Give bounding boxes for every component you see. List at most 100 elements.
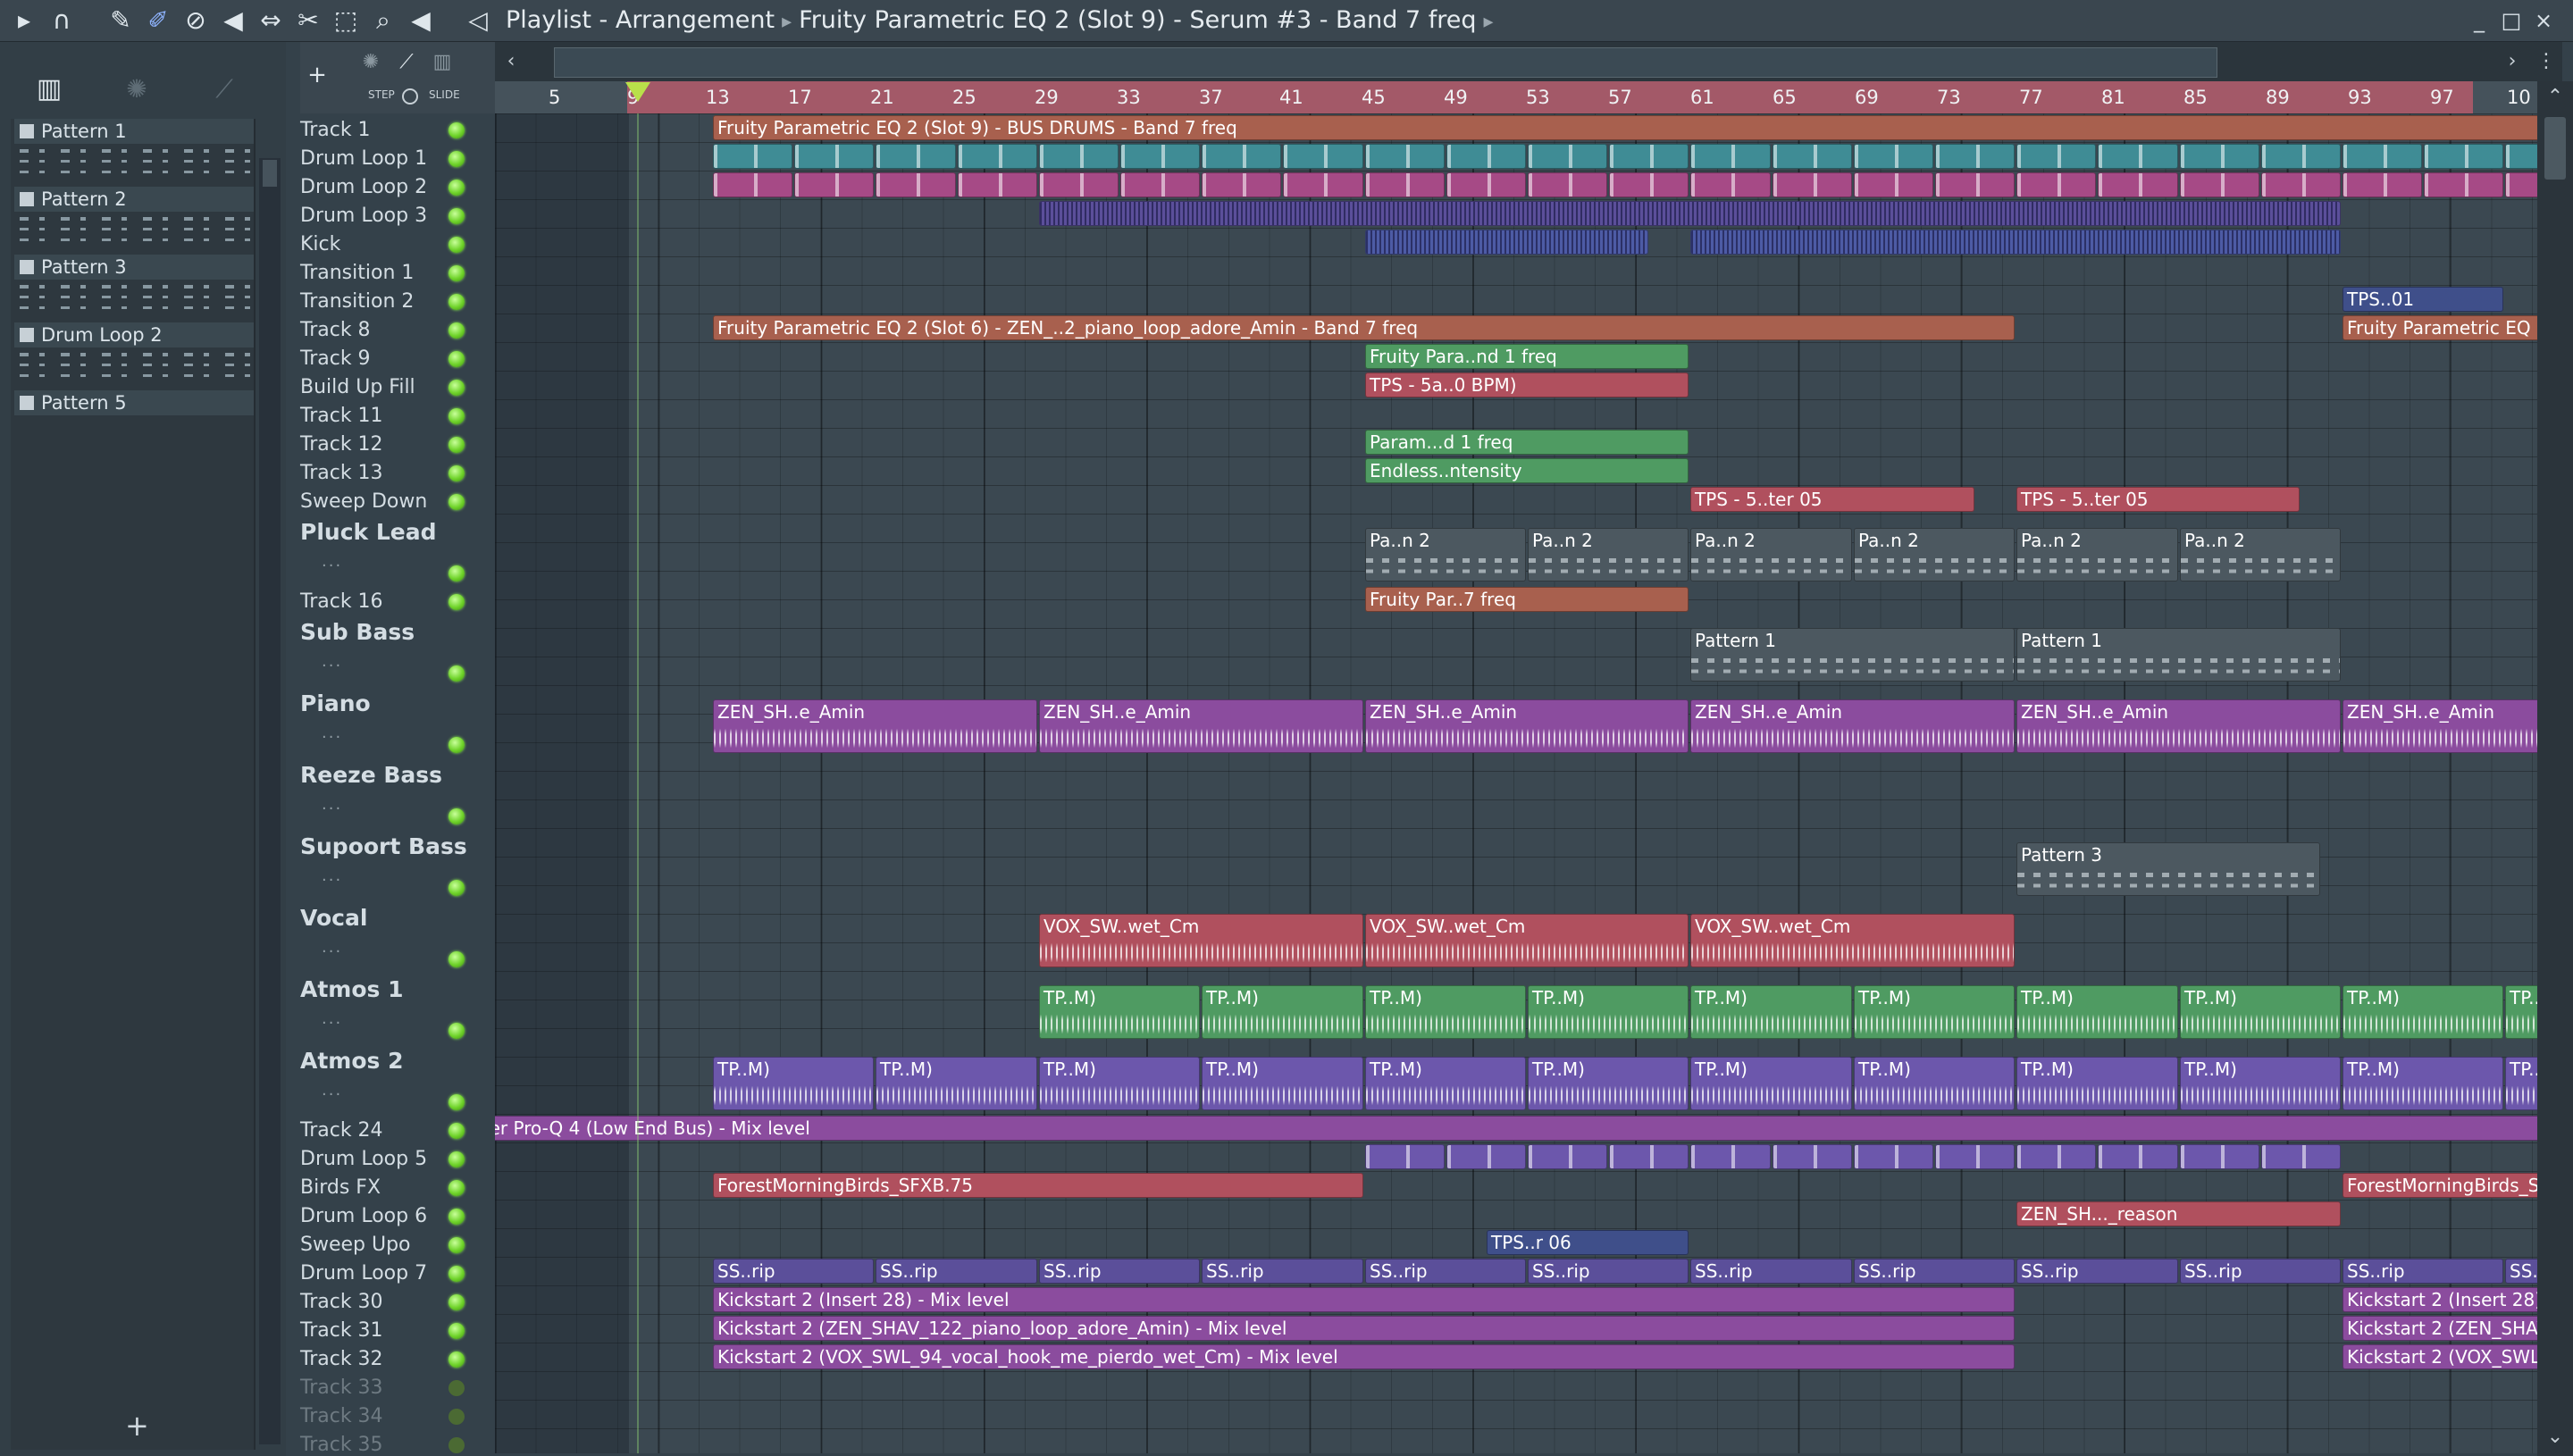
playlist-clip[interactable] (1528, 1144, 1607, 1169)
playlist-clip[interactable]: TP..M) (2180, 1057, 2341, 1110)
track-mute-led[interactable] (448, 237, 465, 253)
track-name[interactable]: Birds FX (300, 1176, 381, 1199)
playlist-clip[interactable] (2261, 172, 2341, 197)
playlist-clip[interactable]: VOX_SW..wet_Cm (1365, 914, 1689, 967)
breadcrumb-target[interactable]: Fruity Parametric EQ 2 (Slot 9) - Serum … (799, 6, 1476, 34)
playlist-clip[interactable] (2505, 144, 2537, 169)
playlist-clip[interactable] (1120, 144, 1200, 169)
playlist-clip[interactable]: Kickstart 2 (VOX_SWL_94_vocal_hook_me_pi… (713, 1344, 2015, 1369)
track-name[interactable]: Pluck Lead (300, 519, 437, 545)
playlist-clip[interactable]: Pattern 1 (1690, 628, 2015, 682)
track-name[interactable]: Drum Loop 6 (300, 1205, 427, 1227)
playlist-clip[interactable]: TP..M) (1039, 1057, 1200, 1110)
track-name[interactable]: Drum Loop 1 (300, 147, 427, 170)
playlist-clip[interactable] (876, 144, 956, 169)
track-name[interactable]: Drum Loop 2 (300, 176, 427, 198)
playlist-clip[interactable]: Pa..n 2 (2180, 528, 2341, 582)
playlist-clip[interactable] (794, 144, 874, 169)
pattern-scrollbar[interactable] (259, 158, 281, 1444)
playlist-clip[interactable]: ZEN_SH..e_Amin (1039, 699, 1363, 753)
playlist-clip[interactable] (1202, 144, 1281, 169)
playlist-clip[interactable]: SS..rip (1854, 1259, 2015, 1284)
playlist-clip[interactable]: ZEN_SH..e_Amin (1365, 699, 1689, 753)
playlist-clip[interactable]: TP..M) (1854, 1057, 2015, 1110)
track-mute-led[interactable] (448, 465, 465, 481)
playlist-clip[interactable]: Pa..n 2 (1365, 528, 1526, 582)
playlist-clip[interactable]: TPS - 5a..0 BPM) (1365, 372, 1689, 397)
playlist-clip[interactable] (2098, 144, 2178, 169)
track-mute-led[interactable] (448, 1237, 465, 1253)
playlist-clip[interactable] (1773, 1144, 1852, 1169)
step-toggle[interactable] (402, 88, 418, 105)
pattern-item[interactable]: Pattern 1 (14, 119, 254, 185)
track-name[interactable]: Track 13 (300, 462, 383, 484)
playlist-clip[interactable] (2505, 172, 2537, 197)
playlist-clip[interactable]: ZEN_SH..e_Amin (2343, 699, 2537, 753)
track-mute-led[interactable] (448, 565, 465, 582)
playlist-clip[interactable]: Kickstart 2 (VOX_SWL_94_vocal_hook_me_pi… (2343, 1344, 2537, 1369)
track-mute-led[interactable] (448, 1323, 465, 1339)
play-icon[interactable]: ▸ (7, 4, 41, 38)
track-name[interactable]: Transition 2 (300, 290, 414, 313)
playlist-clip[interactable] (2424, 172, 2503, 197)
playlist-clip[interactable]: TP..M) (1202, 985, 1363, 1039)
playlist-clip[interactable] (2343, 172, 2422, 197)
playlist-clip[interactable] (958, 144, 1037, 169)
playlist-clip[interactable]: VOX_SW..wet_Cm (1690, 914, 2015, 967)
chevron-right-icon[interactable]: › (2496, 46, 2528, 78)
playlist-clip[interactable] (713, 144, 792, 169)
playlist-clip[interactable] (1609, 1144, 1689, 1169)
playhead-marker[interactable] (625, 82, 650, 102)
playlist-clip[interactable] (1528, 144, 1607, 169)
playlist-clip[interactable] (2016, 172, 2096, 197)
track-name[interactable]: Track 12 (300, 433, 383, 456)
automation-icon[interactable]: ⟋ (207, 72, 241, 106)
playlist-clip[interactable] (794, 172, 874, 197)
track-mute-led[interactable] (448, 1151, 465, 1167)
playlist-clip[interactable] (2016, 1144, 2096, 1169)
track-mute-led[interactable] (448, 437, 465, 453)
playlist-clip[interactable] (1935, 144, 2015, 169)
playlist-grid[interactable]: Fruity Parametric EQ 2 (Slot 9) - BUS DR… (495, 113, 2537, 1453)
playlist-clip[interactable] (1365, 230, 1648, 255)
playlist-clip[interactable] (1039, 201, 2341, 226)
track-mute-led[interactable] (448, 208, 465, 224)
track-name[interactable]: Track 30 (300, 1291, 383, 1313)
track-mute-led[interactable] (448, 1294, 465, 1310)
playlist-clip[interactable]: Param...d 1 freq (1365, 430, 1689, 455)
playlist-clip[interactable] (1609, 172, 1689, 197)
track-name[interactable]: Kick (300, 233, 340, 255)
playlist-clip[interactable] (2098, 172, 2178, 197)
track-name[interactable]: Track 16 (300, 590, 383, 613)
playlist-clip[interactable]: TP..M) (1039, 985, 1200, 1039)
track-name[interactable]: Track 24 (300, 1119, 383, 1142)
pencil-icon[interactable]: ✎ (104, 4, 138, 38)
playlist-clip[interactable] (1690, 230, 2341, 255)
playlist-clip[interactable]: Pa..n 2 (1854, 528, 2015, 582)
slide-label[interactable]: SLIDE (429, 88, 460, 101)
track-name[interactable]: Track 31 (300, 1319, 383, 1342)
playlist-clip[interactable]: SS..rip (1202, 1259, 1363, 1284)
playlist-clip[interactable] (1935, 1144, 2015, 1169)
playlist-clip[interactable]: SS..rip (876, 1259, 1037, 1284)
playlist-clip[interactable]: TP..M) (713, 1057, 874, 1110)
track-mute-led[interactable] (448, 180, 465, 196)
playlist-clip[interactable]: TP..M) (2016, 1057, 2178, 1110)
track-mute-led[interactable] (448, 808, 465, 824)
track-mute-led[interactable] (448, 951, 465, 967)
playlist-clip[interactable]: TP..M) (1365, 1057, 1526, 1110)
playlist-clip[interactable] (713, 172, 792, 197)
track-name[interactable]: Sweep Down (300, 490, 427, 513)
playlist-clip[interactable]: SS..rip (1528, 1259, 1689, 1284)
playlist-clip[interactable]: Kickstart 2 (Insert 28) - Mix level #2 (2343, 1287, 2537, 1312)
playlist-clip[interactable] (1690, 1144, 1771, 1169)
track-name[interactable]: Sweep Upo (300, 1234, 411, 1256)
playlist-clip[interactable]: TP..M) (1202, 1057, 1363, 1110)
track-mute-led[interactable] (448, 880, 465, 896)
speaker-icon[interactable]: ◁ (461, 4, 495, 38)
track-name[interactable]: Reeze Bass (300, 762, 442, 788)
playlist-clip[interactable] (2180, 1144, 2259, 1169)
minimize-button[interactable]: _ (2464, 5, 2494, 36)
pattern-clip-icon[interactable]: ▥ (425, 46, 459, 79)
playlist-clip[interactable]: FabFilter Pro-Q 4 (Low End Bus) - Mix le… (495, 1116, 2537, 1141)
